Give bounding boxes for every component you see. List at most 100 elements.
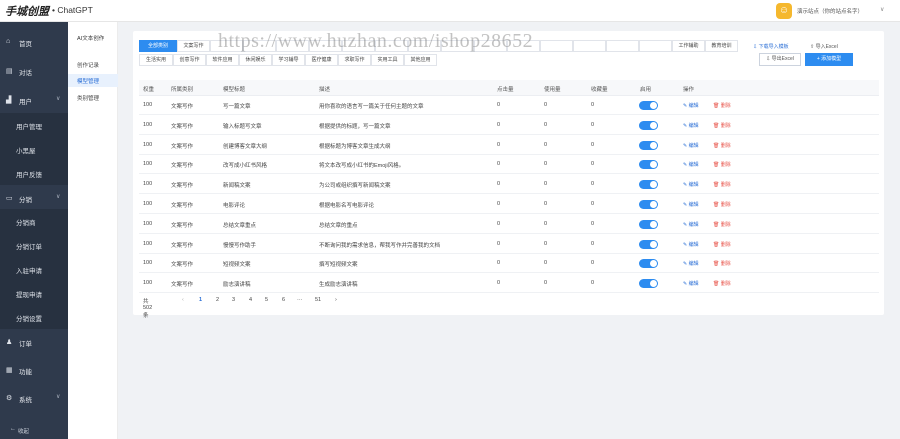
- edit-button[interactable]: ✎ 编辑: [683, 161, 699, 168]
- sidebar-item-system[interactable]: ⚙ 系统 ∨: [0, 385, 68, 411]
- delete-button[interactable]: 🗑 删除: [713, 181, 731, 188]
- sidebar-item-label: 系统: [19, 397, 32, 404]
- chevron-down-icon[interactable]: ∨: [880, 6, 884, 13]
- sidebar-subitem-user-management[interactable]: 用户管理: [0, 113, 68, 137]
- cell-title: 短视频文案: [223, 262, 251, 269]
- prev-page-button[interactable]: ‹: [182, 297, 184, 303]
- chevron-down-icon: ∨: [56, 394, 61, 400]
- enabled-toggle[interactable]: [639, 200, 658, 209]
- edit-button[interactable]: ✎ 编辑: [683, 142, 699, 149]
- sidebar-subitem-label: 分销商: [16, 220, 36, 227]
- edit-button[interactable]: ✎ 编辑: [683, 260, 699, 267]
- category-tab[interactable]: [540, 40, 573, 52]
- column-header: 点击量: [497, 87, 514, 93]
- category-tab[interactable]: 全部类别: [139, 40, 177, 52]
- cell-description: 撰写短视频文案: [319, 262, 358, 269]
- download-template-link[interactable]: ⇩ 下载导入模板: [753, 43, 789, 50]
- edit-button[interactable]: ✎ 编辑: [683, 241, 699, 248]
- sidebar-subitem-label: 入驻申请: [16, 268, 42, 275]
- delete-button[interactable]: 🗑 删除: [713, 122, 731, 129]
- enabled-toggle[interactable]: [639, 180, 658, 190]
- delete-button[interactable]: 🗑 删除: [713, 241, 731, 248]
- sidebar-subitem-blacklist[interactable]: 小黑屋: [0, 137, 68, 161]
- column-header: 收藏量: [591, 87, 608, 93]
- edit-button[interactable]: ✎ 编辑: [683, 280, 699, 287]
- delete-button[interactable]: 🗑 删除: [713, 102, 731, 109]
- category-tab[interactable]: 其他应用: [404, 54, 437, 66]
- category-tab[interactable]: 学习辅导: [272, 54, 305, 66]
- sidebar-subitem-distributors[interactable]: 分销商: [0, 209, 68, 233]
- sidebar-subitem-dist-settings[interactable]: 分销设置: [0, 305, 68, 329]
- sidebar-item-home[interactable]: ⌂ 首页: [0, 29, 68, 55]
- cell-weight: 100: [143, 161, 153, 168]
- edit-button[interactable]: ✎ 编辑: [683, 102, 699, 109]
- page-number[interactable]: 4: [249, 297, 252, 303]
- edit-button[interactable]: ✎ 编辑: [683, 181, 699, 188]
- category-tab[interactable]: 医疗健康: [305, 54, 338, 66]
- next-page-button[interactable]: ›: [335, 297, 337, 303]
- category-tab[interactable]: 软件应用: [206, 54, 239, 66]
- edit-button[interactable]: ✎ 编辑: [683, 221, 699, 228]
- sidebar-subitem-join-requests[interactable]: 入驻申请: [0, 257, 68, 281]
- category-tab[interactable]: [606, 40, 639, 52]
- column-header: 启用: [640, 87, 652, 93]
- sidebar-item-distribution[interactable]: ▭ 分销 ∨: [0, 185, 68, 211]
- category-tab[interactable]: 求职写作: [338, 54, 371, 66]
- sidebar-subitem-dist-orders[interactable]: 分销订单: [0, 233, 68, 257]
- sidebar-subitem-label: 用户管理: [16, 124, 42, 131]
- delete-button[interactable]: 🗑 删除: [713, 161, 731, 168]
- page-ellipsis[interactable]: ···: [297, 297, 303, 303]
- delete-button[interactable]: 🗑 删除: [713, 221, 731, 228]
- enabled-toggle[interactable]: [639, 219, 658, 229]
- table-row: 100 文案写作 写一篇文章 用你喜欢的语言写一篇关于任何主题的文章 0 0 0 ✎ 编辑 🗑 …: [139, 96, 879, 115]
- sidebar-subitem-withdrawals[interactable]: 提现申请: [0, 281, 68, 305]
- import-excel-link[interactable]: ⇪ 导入Excel: [810, 43, 838, 50]
- page-number[interactable]: 51: [315, 297, 321, 303]
- cell-category: 文案写作: [171, 262, 194, 269]
- page-number[interactable]: 2: [216, 297, 219, 303]
- category-tab[interactable]: 工作辅助: [672, 40, 705, 52]
- site-name[interactable]: 演示站点（你的站点名字）: [797, 7, 863, 15]
- page-number[interactable]: 6: [282, 297, 285, 303]
- subnav-item-models[interactable]: 模型管理: [68, 74, 118, 87]
- category-tab[interactable]: 创意写作: [173, 54, 206, 66]
- category-tab[interactable]: 休闲娱乐: [239, 54, 272, 66]
- category-tab[interactable]: 实用工具: [371, 54, 404, 66]
- category-tab[interactable]: 生活实用: [139, 54, 173, 66]
- delete-button[interactable]: 🗑 删除: [713, 260, 731, 267]
- page-number[interactable]: 3: [232, 297, 235, 303]
- category-tab[interactable]: [573, 40, 606, 52]
- cell-weight: 100: [143, 260, 153, 267]
- edit-button[interactable]: ✎ 编辑: [683, 201, 699, 208]
- page-number[interactable]: 1: [199, 297, 202, 303]
- enabled-toggle[interactable]: [639, 140, 658, 150]
- category-tab[interactable]: 教育培训: [705, 40, 738, 52]
- delete-button[interactable]: 🗑 删除: [713, 201, 731, 208]
- cell-clicks: 0: [497, 280, 501, 287]
- delete-button[interactable]: 🗑 删除: [713, 280, 731, 287]
- sidebar-item-orders[interactable]: ♟ 订单: [0, 329, 68, 355]
- enabled-toggle[interactable]: [639, 101, 658, 110]
- enabled-toggle[interactable]: [639, 279, 658, 289]
- export-excel-button[interactable]: ⇩ 导出Excel: [759, 53, 801, 66]
- subnav-item-categories[interactable]: 类别管理: [68, 91, 118, 104]
- add-model-button[interactable]: + 添加模型: [805, 53, 853, 66]
- category-tab[interactable]: 文案写作: [177, 40, 210, 52]
- table-row: 100 文案写作 创建博客文章大纲 根据标题为博客文章生成大纲 0 0 0 ✎ 编辑 🗑 删除: [139, 136, 879, 155]
- enabled-toggle[interactable]: [639, 239, 658, 249]
- subnav-item-records[interactable]: 创作记录: [68, 58, 118, 71]
- enabled-toggle[interactable]: [639, 259, 658, 269]
- page-number[interactable]: 5: [265, 297, 268, 303]
- enabled-toggle[interactable]: [639, 120, 658, 130]
- sidebar-item-features[interactable]: ▦ 功能: [0, 357, 68, 383]
- sidebar-item-users[interactable]: ▟ 用户 ∨: [0, 87, 68, 113]
- edit-button[interactable]: ✎ 编辑: [683, 122, 699, 129]
- sidebar-item-chat[interactable]: ▤ 对话: [0, 58, 68, 84]
- enabled-toggle[interactable]: [639, 160, 658, 170]
- category-tab[interactable]: [639, 40, 672, 52]
- user-avatar[interactable]: ☺: [776, 3, 792, 19]
- delete-button[interactable]: 🗑 删除: [713, 142, 731, 149]
- table-row: 100 文案写作 慢慢写作助手 不断询问我的需求信息，帮我写作并完善我的文档 0 0 0 ✎ …: [139, 235, 879, 254]
- sidebar-collapse-button[interactable]: ← 收起: [0, 422, 68, 439]
- sidebar-subitem-feedback[interactable]: 用户反馈: [0, 161, 68, 185]
